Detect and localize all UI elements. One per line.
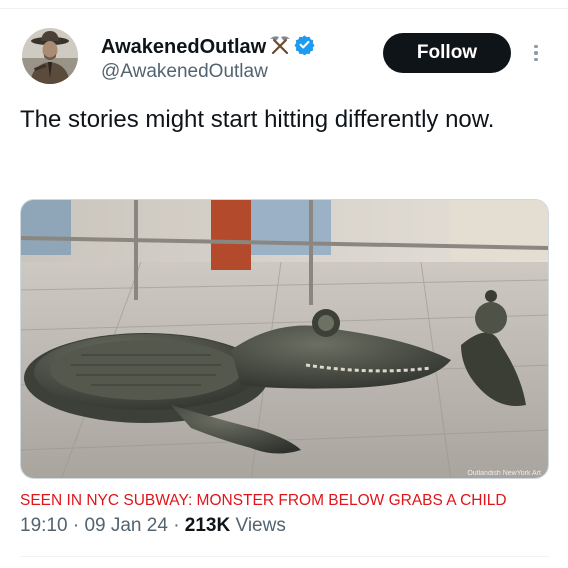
views-count[interactable]: 213K	[185, 515, 230, 536]
author-handle[interactable]: @AwakenedOutlaw	[101, 61, 268, 83]
views-label: Views	[235, 515, 286, 536]
meta-separator: ·	[173, 515, 180, 536]
crossed-pickaxes-icon	[269, 34, 291, 61]
display-name[interactable]: AwakenedOutlaw	[101, 36, 266, 59]
media-caption: SEEN IN NYC SUBWAY: MONSTER FROM BELOW G…	[20, 492, 507, 509]
meta-separator: ·	[72, 515, 80, 536]
tweet-text: The stories might start hitting differen…	[20, 106, 495, 133]
tweet-time[interactable]: 19:10	[20, 515, 68, 536]
more-vertical-icon[interactable]	[527, 40, 545, 66]
tweet-meta: 19:10 · 09 Jan 24 · 213K Views	[20, 515, 286, 537]
top-divider	[0, 0, 568, 9]
media-watermark: Outlandish NewYork Art	[467, 470, 541, 477]
bottom-divider	[20, 556, 549, 557]
author-name-row[interactable]: AwakenedOutlaw	[101, 34, 315, 60]
verified-badge-icon[interactable]	[294, 34, 315, 60]
tweet-date[interactable]: 09 Jan 24	[84, 515, 167, 536]
avatar[interactable]	[22, 28, 78, 84]
tweet-media-image[interactable]: Outlandish NewYork Art	[20, 199, 549, 479]
follow-button[interactable]: Follow	[383, 33, 511, 73]
